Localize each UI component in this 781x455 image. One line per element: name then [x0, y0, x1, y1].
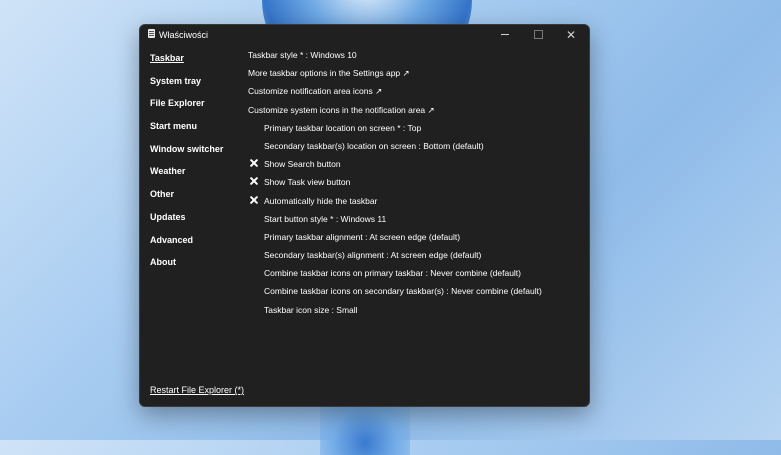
properties-window: Właściwości ✕ Taskbar System tray File E… [139, 24, 590, 407]
setting-secondary-taskbar-location[interactable]: Secondary taskbar(s) location on screen … [248, 140, 583, 158]
maximize-icon [533, 30, 543, 39]
setting-start-button-style[interactable]: Start button style * : Windows 11 [248, 213, 583, 231]
setting-label: Combine taskbar icons on primary taskbar… [264, 268, 521, 279]
setting-label: More taskbar options in the Settings app… [248, 68, 410, 79]
setting-combine-icons-secondary[interactable]: Combine taskbar icons on secondary taskb… [248, 285, 583, 303]
setting-label: Combine taskbar icons on secondary taskb… [264, 286, 542, 297]
setting-label: Show Task view button [264, 177, 351, 188]
window-title: Właściwości [159, 30, 209, 40]
setting-more-taskbar-options-link[interactable]: More taskbar options in the Settings app… [248, 67, 583, 85]
sidebar-item-other[interactable]: Other [150, 187, 240, 210]
maximize-button[interactable] [524, 27, 552, 42]
sidebar-item-file-explorer[interactable]: File Explorer [150, 96, 240, 119]
x-icon [249, 158, 259, 168]
setting-label: Secondary taskbar(s) location on screen … [264, 140, 484, 151]
setting-show-search-button[interactable]: Show Search button [248, 158, 583, 176]
setting-label: Primary taskbar location on screen * : T… [264, 122, 422, 133]
x-icon [249, 195, 259, 205]
sidebar-item-window-switcher[interactable]: Window switcher [150, 142, 240, 165]
minimize-icon [501, 34, 509, 35]
setting-label: Start button style * : Windows 11 [264, 213, 387, 224]
settings-list: Taskbar style * : Windows 10 More taskba… [248, 49, 583, 322]
setting-auto-hide-taskbar[interactable]: Automatically hide the taskbar [248, 195, 583, 213]
setting-label: Customize notification area icons ↗ [248, 86, 383, 97]
setting-primary-taskbar-alignment[interactable]: Primary taskbar alignment : At screen ed… [248, 231, 583, 249]
setting-combine-icons-primary[interactable]: Combine taskbar icons on primary taskbar… [248, 267, 583, 285]
setting-label: Customize system icons in the notificati… [248, 104, 435, 115]
setting-label: Taskbar icon size : Small [264, 304, 358, 315]
minimize-button[interactable] [491, 27, 519, 42]
setting-show-task-view-button[interactable]: Show Task view button [248, 176, 583, 194]
sidebar-item-advanced[interactable]: Advanced [150, 233, 240, 256]
app-icon [148, 29, 155, 38]
setting-label: Taskbar style * : Windows 10 [248, 50, 357, 60]
close-button[interactable]: ✕ [557, 27, 585, 42]
setting-label: Secondary taskbar(s) alignment : At scre… [264, 250, 482, 261]
setting-customize-notification-icons-link[interactable]: Customize notification area icons ↗ [248, 85, 583, 103]
sidebar-item-updates[interactable]: Updates [150, 210, 240, 233]
setting-label: Automatically hide the taskbar [264, 195, 378, 206]
setting-primary-taskbar-location[interactable]: Primary taskbar location on screen * : T… [248, 122, 583, 140]
sidebar-item-weather[interactable]: Weather [150, 164, 240, 187]
setting-taskbar-icon-size[interactable]: Taskbar icon size : Small [248, 304, 583, 322]
sidebar-item-about[interactable]: About [150, 255, 240, 278]
sidebar-item-taskbar[interactable]: Taskbar [150, 51, 240, 74]
setting-customize-system-icons-link[interactable]: Customize system icons in the notificati… [248, 104, 583, 122]
setting-taskbar-style[interactable]: Taskbar style * : Windows 10 [248, 49, 583, 67]
restart-file-explorer-link[interactable]: Restart File Explorer (*) [150, 385, 244, 395]
setting-label: Show Search button [264, 159, 341, 170]
setting-label: Primary taskbar alignment : At screen ed… [264, 231, 461, 242]
close-icon: ✕ [565, 27, 577, 42]
sidebar-item-system-tray[interactable]: System tray [150, 74, 240, 97]
title-bar[interactable]: Właściwości ✕ [140, 25, 589, 45]
x-icon [249, 176, 259, 186]
sidebar-item-start-menu[interactable]: Start menu [150, 119, 240, 142]
sidebar: Taskbar System tray File Explorer Start … [150, 51, 240, 278]
setting-secondary-taskbar-alignment[interactable]: Secondary taskbar(s) alignment : At scre… [248, 249, 583, 267]
